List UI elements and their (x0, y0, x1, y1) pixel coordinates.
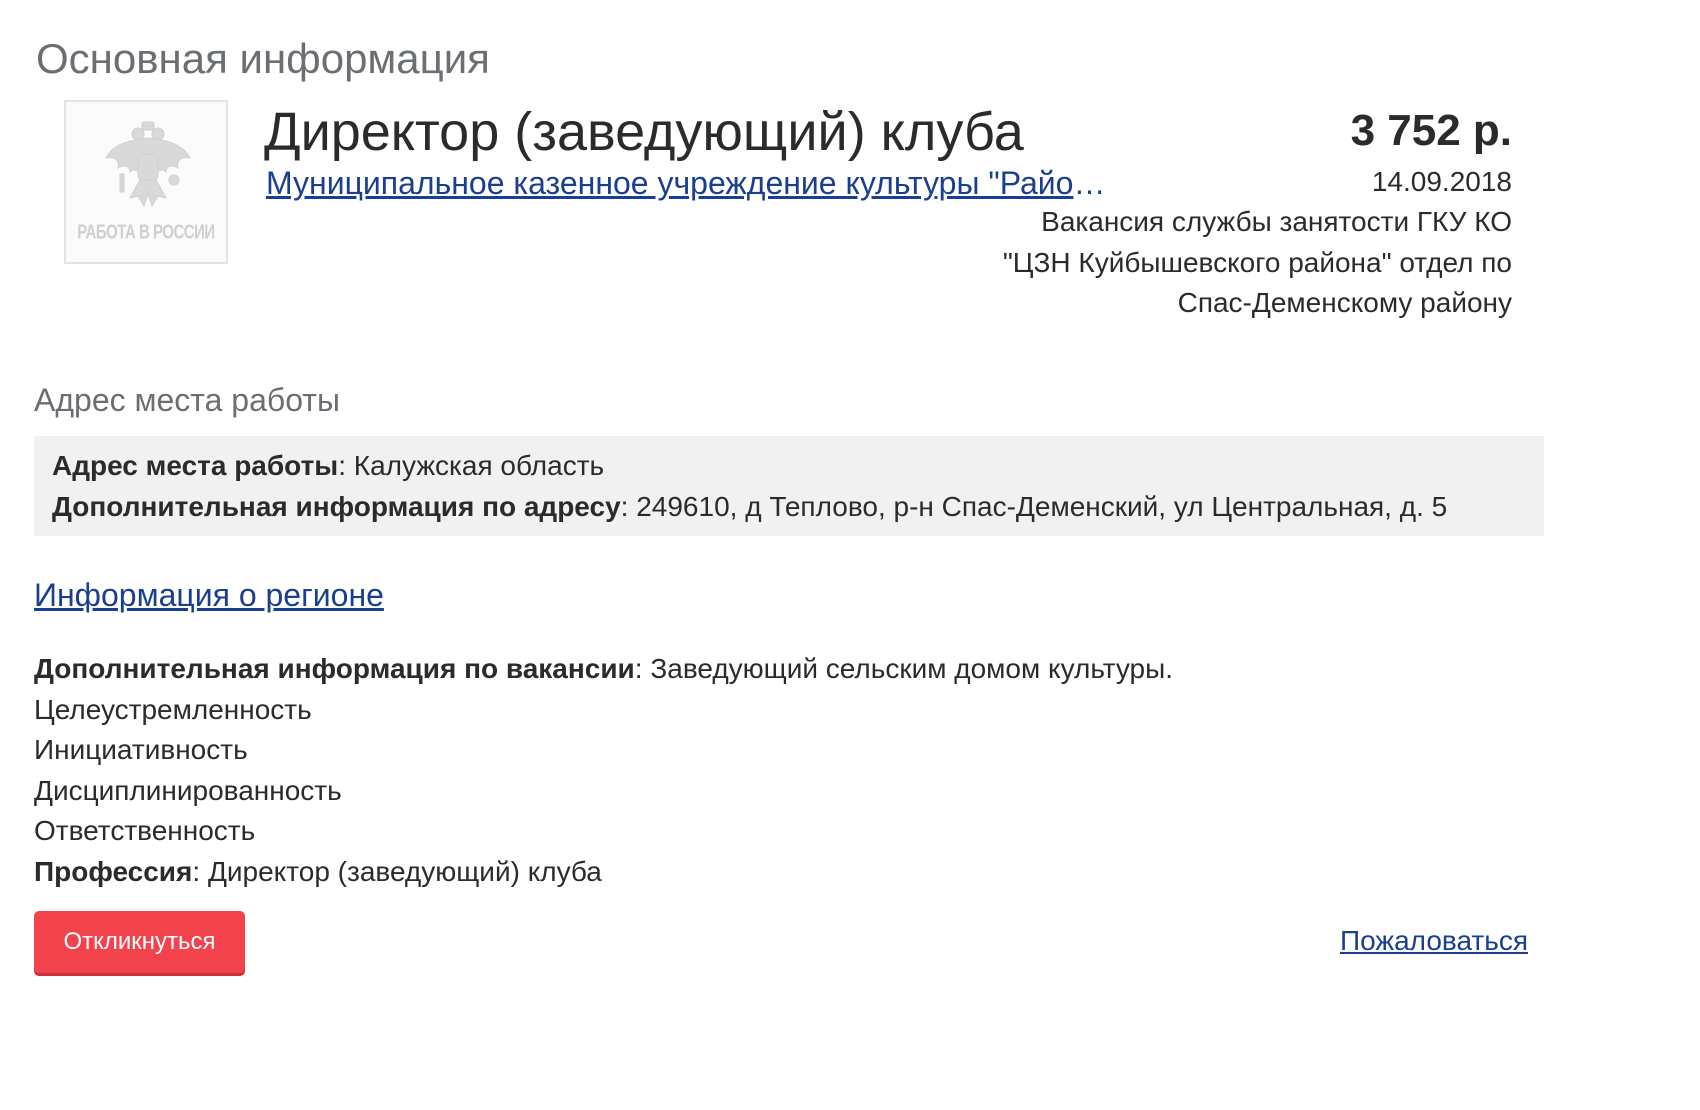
profession-value: Директор (заведующий) клуба (207, 855, 602, 887)
profession-label: Профессия (34, 855, 193, 887)
work-address-value: Калужская область (353, 450, 605, 481)
detail-line: Дисциплинированность (34, 774, 342, 806)
vacancy-extra-row: Дополнительная информация по вакансии: З… (34, 653, 1174, 684)
address-extra-value: 249610, д Теплово, р-н Спас-Деменский, у… (636, 490, 1448, 522)
employer-link[interactable]: Муниципальное казенное учреждение культу… (266, 162, 1112, 204)
vacancy-extra-label: Дополнительная информация по вакансии (34, 653, 635, 684)
respond-button[interactable]: Откликнуться (34, 911, 245, 973)
detail-line: Ответственность (34, 815, 256, 847)
eagle-emblem-icon (105, 121, 191, 208)
vacancy-details: Дополнительная информация по вакансии: З… (34, 649, 1173, 893)
profession-row: Профессия: Директор (заведующий) клуба (34, 855, 602, 887)
detail-line: Целеустремленность (34, 693, 312, 725)
vacancy-source: Вакансия службы занятости ГКУ КО "ЦЗН Ку… (1002, 206, 1512, 318)
section-title: Основная информация (36, 35, 490, 82)
vacancy-extra-value: Заведующий сельским домом культуры. (650, 653, 1174, 684)
address-heading: Адрес места работы (34, 382, 340, 418)
work-address-row: Адрес места работы: Калужская область (52, 450, 605, 481)
address-extra-label: Дополнительная информация по адресу (52, 490, 621, 522)
logo-caption: РАБОТА В РОССИИ (77, 221, 215, 244)
job-title: Директор (заведующий) клуба (264, 102, 1024, 162)
work-address-label: Адрес места работы (52, 450, 339, 481)
address-panel: Адрес места работы: Калужская область До… (34, 436, 1544, 536)
company-logo: РАБОТА В РОССИИ (64, 100, 228, 264)
salary: 3 752 р. (1350, 106, 1512, 155)
address-extra-row: Дополнительная информация по адресу: 249… (52, 490, 1448, 522)
region-info-link[interactable]: Информация о регионе (34, 574, 384, 616)
detail-line: Инициативность (34, 734, 248, 766)
complain-link[interactable]: Пожаловаться (1340, 922, 1528, 960)
publication-date: 14.09.2018 (1371, 166, 1512, 197)
